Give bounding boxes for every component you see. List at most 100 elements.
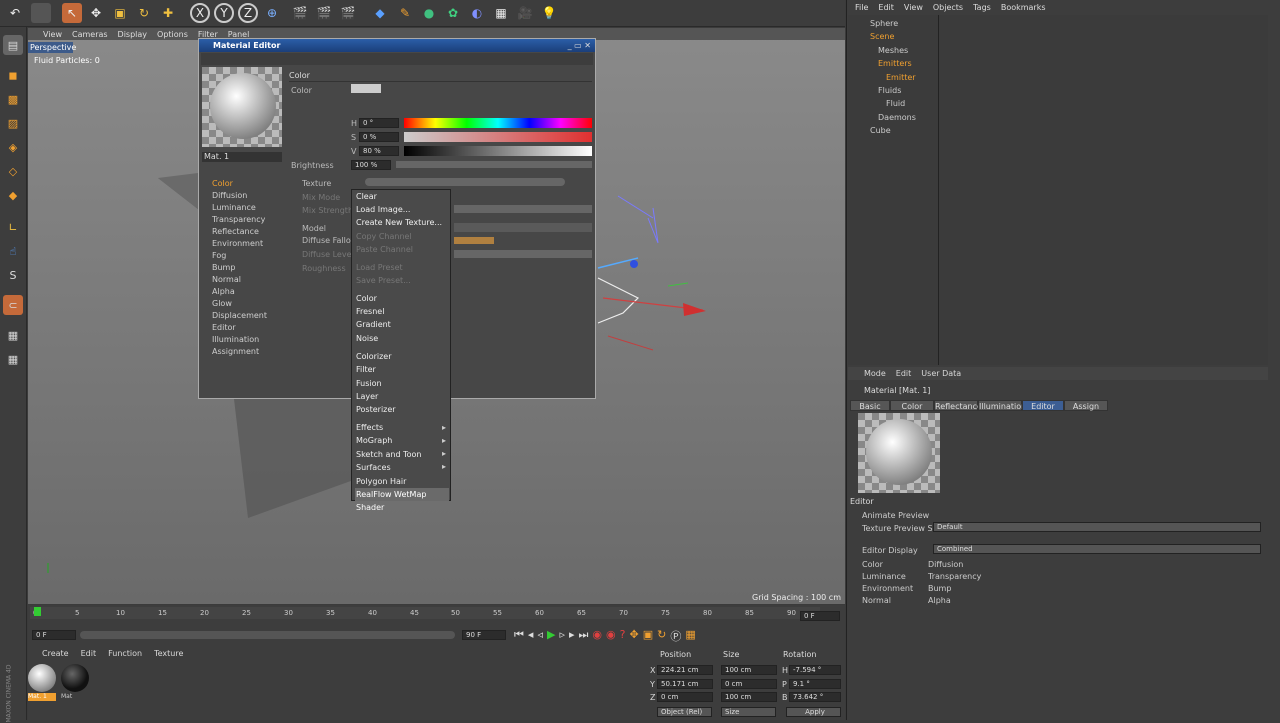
channel-fog[interactable]: Fog [212,251,226,260]
menu-edit[interactable]: Edit [878,3,894,12]
goto-start-icon[interactable]: ⏮ [514,628,524,644]
menu-bookmarks[interactable]: Bookmarks [1001,3,1046,12]
model-mode-icon[interactable]: ◼ [3,65,23,85]
goto-end-icon[interactable]: ⏭ [579,628,589,644]
channel-editor[interactable]: Editor [212,323,236,332]
channel-illumination[interactable]: Illumination [212,335,259,344]
tex-preview-size-dropdown[interactable]: Default [933,522,1261,532]
hue-slider[interactable] [404,118,592,128]
menu-view-obj[interactable]: View [904,3,923,12]
model-dropdown[interactable] [454,223,592,232]
tab-illumination[interactable]: Illumination [978,400,1026,411]
menu-create[interactable]: Create [42,648,69,660]
menu-objects[interactable]: Objects [933,3,963,12]
channel-glow[interactable]: Glow [212,299,232,308]
obj-scene[interactable]: Scene [870,30,894,43]
obj-cube[interactable]: Cube [870,124,891,137]
obj-meshes[interactable]: Meshes [878,44,908,57]
channel-reflectance[interactable]: Reflectance [212,227,259,236]
menu-texture[interactable]: Texture [154,648,183,660]
menu-gradient[interactable]: Gradient [355,318,449,331]
menu-fresnel[interactable]: Fresnel [355,305,449,318]
rot-h-field[interactable]: -7.594 ° [789,665,841,675]
deformer-icon[interactable]: ◐ [467,3,487,23]
cube-icon[interactable]: ◆ [370,3,390,23]
obj-sphere[interactable]: Sphere [870,17,898,30]
menu-color[interactable]: Color [355,292,449,305]
next-key-icon[interactable]: ▸ [569,628,575,644]
rot-p-field[interactable]: 9.1 ° [789,679,841,689]
brightness-field[interactable]: 100 % [351,160,391,170]
display-transparency[interactable]: Transparency [928,571,981,583]
material-name-field[interactable]: Mat. 1 [202,152,282,162]
workplane-icon[interactable]: ▨ [3,113,23,133]
menu-surfaces[interactable]: Surfaces [355,461,449,474]
display-alpha[interactable]: Alpha [928,595,981,607]
tab-editor[interactable]: Editor [1022,400,1064,411]
v-field[interactable]: 80 % [359,146,399,156]
display-bump[interactable]: Bump [928,583,981,595]
menu-file[interactable]: File [855,3,868,12]
menu-mograph[interactable]: MoGraph [355,434,449,447]
display-environment[interactable]: Environment [862,583,913,595]
menu-tags[interactable]: Tags [973,3,991,12]
prev-key-icon[interactable]: ◂ [528,628,534,644]
channel-normal[interactable]: Normal [212,275,241,284]
pos-z-field[interactable]: 0 cm [657,692,713,702]
pen-icon[interactable]: ✎ [395,3,415,23]
menu-colorizer[interactable]: Colorizer [355,350,449,363]
display-diffusion[interactable]: Diffusion [928,559,981,571]
channel-diffusion[interactable]: Diffusion [212,191,247,200]
coordinate-system-icon[interactable]: ⊕ [262,3,282,23]
point-level-icon[interactable]: ▦ [685,628,695,644]
y-axis-button[interactable]: Y [214,3,234,23]
undo-icon[interactable]: ↶ [5,3,25,23]
param-key-icon[interactable]: Ⓟ [670,628,681,644]
channel-environment[interactable]: Environment [212,239,263,248]
current-frame-field[interactable]: 0 F [800,611,840,621]
magnet-icon[interactable]: ⊂ [3,295,23,315]
saturation-slider[interactable] [404,132,592,142]
tweak-mode-icon[interactable]: ☝ [3,241,23,261]
display-color[interactable]: Color [862,559,913,571]
play-icon[interactable]: ▶ [547,628,555,644]
menu-sketch-and-toon[interactable]: Sketch and Toon [355,448,449,461]
add-icon[interactable]: ✚ [158,3,178,23]
timeline-ruler[interactable] [30,607,820,619]
channel-luminance[interactable]: Luminance [212,203,256,212]
keyframe-selection-icon[interactable]: ? [620,628,626,644]
render-picture-viewer-icon[interactable]: 🎬 [314,3,334,23]
menu-function[interactable]: Function [108,648,142,660]
obj-daemons[interactable]: Daemons [878,111,916,124]
menu-noise[interactable]: Noise [355,332,449,345]
diffuse-falloff-slider[interactable] [454,237,494,244]
obj-emitters[interactable]: Emitters [878,57,912,70]
pos-y-field[interactable]: 50.171 cm [657,679,713,689]
menu-clear[interactable]: Clear [355,190,449,203]
scale-icon[interactable]: ▣ [110,3,130,23]
subdivision-icon[interactable]: ● [419,3,439,23]
size-z-field[interactable]: 100 cm [721,692,777,702]
rotate-icon[interactable]: ↻ [134,3,154,23]
channel-bump[interactable]: Bump [212,263,235,272]
pos-x-field[interactable]: 224.21 cm [657,665,713,675]
menu-edit-attr[interactable]: Edit [896,367,912,380]
mat1-label[interactable]: Mat. 1 [28,693,56,701]
autokey-icon[interactable]: ◉ [606,628,616,644]
camera-icon[interactable]: 🎥 [515,3,535,23]
make-editable-icon[interactable]: ▤ [3,35,23,55]
menu-edit-mat[interactable]: Edit [81,648,97,660]
tab-basic[interactable]: Basic [850,400,890,411]
obj-fluid[interactable]: Fluid [886,97,905,110]
select-icon[interactable]: ↖ [62,3,82,23]
obj-fluids[interactable]: Fluids [878,84,901,97]
size-y-field[interactable]: 0 cm [721,679,777,689]
tab-reflectance[interactable]: Reflectance [934,400,982,411]
scale-key-icon[interactable]: ▣ [643,628,653,644]
mat2-thumbnail[interactable] [61,664,89,692]
x-axis-button[interactable]: X [190,3,210,23]
start-frame-field[interactable]: 0 F [32,630,76,640]
prev-frame-icon[interactable]: ◃ [537,628,543,644]
lock-icon[interactable]: ▦ [3,349,23,369]
redo-icon[interactable] [31,3,51,23]
